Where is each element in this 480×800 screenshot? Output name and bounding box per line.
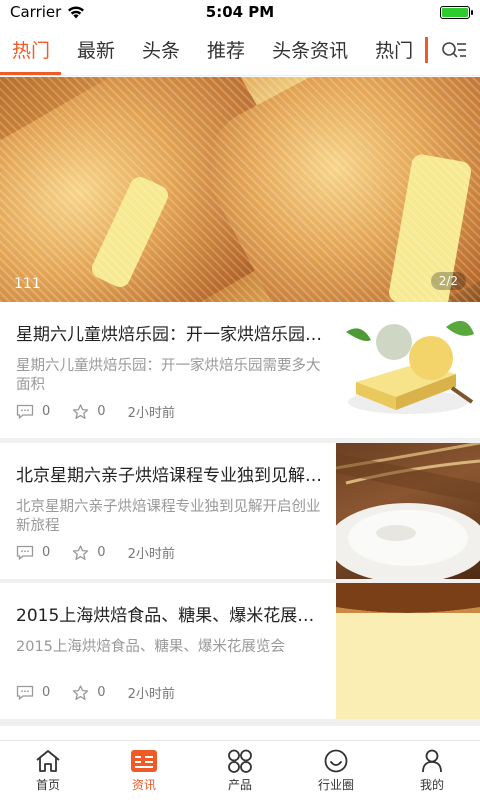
comment-count: 0 (16, 404, 50, 419)
nav-industry-circle[interactable]: 行业圈 (288, 741, 384, 800)
comment-count-value: 0 (42, 545, 51, 560)
battery-icon (440, 5, 473, 19)
article-meta: 0 0 2小时前 (16, 543, 175, 562)
status-left: Carrier (10, 3, 85, 21)
home-icon (36, 749, 60, 772)
article-item[interactable]: 北京星期六亲子烘焙课程专业独到见解开启创业新旅程 北京星期六亲子烘焙课程专业独到… (0, 443, 480, 579)
nav-industry-circle-label: 行业圈 (317, 777, 354, 792)
favorite-count: 0 (72, 684, 106, 701)
article-summary: 星期六儿童烘焙乐园：开一家烘焙乐园需要多大面积 (16, 358, 321, 393)
article-title: 星期六儿童烘焙乐园：开一家烘焙乐园需要多大面积 (16, 325, 326, 345)
bottom-nav: 首页 资讯 产品 行业圈 我的 (0, 740, 480, 800)
nav-products[interactable]: 产品 (192, 741, 288, 800)
nav-profile-label: 我的 (419, 777, 444, 792)
banner-caption: 111 (14, 276, 41, 292)
banner-carousel[interactable]: 111 2/2 (0, 77, 480, 302)
tab-scroll: 热门 最新 头条 推荐 头条资讯 热门 (0, 24, 425, 75)
tab-latest[interactable]: 最新 (65, 24, 130, 75)
favorite-count: 0 (72, 403, 106, 420)
carrier-label: Carrier (10, 3, 62, 21)
cake-thumbnail-graphic (336, 583, 480, 719)
comment-count-value: 0 (42, 404, 51, 419)
bread-texture (0, 77, 480, 302)
wifi-icon (68, 6, 85, 18)
star-icon (73, 403, 89, 419)
cake-image (336, 583, 480, 719)
favorite-count: 0 (72, 544, 106, 561)
article-meta: 0 0 2小时前 (16, 683, 175, 702)
nav-news[interactable]: 资讯 (96, 741, 192, 800)
article-item[interactable]: 星期六儿童烘焙乐园：开一家烘焙乐园需要多大面积 星期六儿童烘焙乐园：开一家烘焙乐… (0, 302, 480, 438)
battery-level (442, 7, 468, 17)
nav-home[interactable]: 首页 (0, 741, 96, 800)
comment-count: 0 (16, 545, 50, 560)
banner-page-indicator: 2/2 (430, 272, 466, 290)
article-time: 2小时前 (127, 547, 175, 562)
nav-products-label: 产品 (227, 777, 252, 792)
comment-count-value: 0 (42, 685, 51, 700)
article-time: 2小时前 (127, 687, 175, 702)
status-bar: Carrier 5:04 PM (0, 0, 480, 24)
tab-headline-news[interactable]: 头条资讯 (260, 24, 363, 75)
nav-home-label: 首页 (35, 777, 60, 792)
tab-recommended[interactable]: 推荐 (195, 24, 260, 75)
favorite-count-value: 0 (97, 545, 106, 560)
article-item[interactable]: 2015上海烘焙食品、糖果、爆米花展览会 2015上海烘焙食品、糖果、爆米花展览… (0, 583, 480, 719)
cheese-image (336, 302, 480, 438)
comment-icon (16, 545, 34, 560)
news-icon (131, 749, 157, 772)
article-text: 星期六儿童烘焙乐园：开一家烘焙乐园需要多大面积 星期六儿童烘焙乐园：开一家烘焙乐… (16, 320, 326, 395)
smile-icon (324, 749, 348, 772)
cheese-thumbnail-graphic (346, 320, 474, 414)
article-summary: 北京星期六亲子烘焙课程专业独到见解开启创业新旅程 (16, 499, 321, 534)
star-icon (73, 544, 89, 560)
nav-profile[interactable]: 我的 (384, 741, 480, 800)
article-title: 2015上海烘焙食品、糖果、爆米花展览会 (16, 606, 326, 626)
comment-icon (16, 404, 34, 419)
tab-menu-button[interactable] (428, 24, 480, 75)
article-time: 2小时前 (127, 406, 175, 421)
tab-hot-2[interactable]: 热门 (363, 24, 425, 75)
article-summary: 2015上海烘焙食品、糖果、爆米花展览会 (16, 639, 285, 655)
article-title: 北京星期六亲子烘焙课程专业独到见解开启创业新旅程 (16, 466, 326, 486)
category-tabs: 热门 最新 头条 推荐 头条资讯 热门 (0, 24, 480, 76)
nav-news-label: 资讯 (131, 777, 156, 792)
favorite-count-value: 0 (97, 404, 106, 419)
tab-hot[interactable]: 热门 (0, 24, 65, 75)
user-icon (422, 749, 442, 772)
tab-headlines[interactable]: 头条 (130, 24, 195, 75)
separator (0, 719, 480, 726)
star-icon (73, 684, 89, 700)
article-text: 北京星期六亲子烘焙课程专业独到见解开启创业新旅程 北京星期六亲子烘焙课程专业独到… (16, 461, 326, 536)
comment-count: 0 (16, 685, 50, 700)
flour-image (336, 443, 480, 579)
flour-thumbnail-graphic (336, 443, 480, 579)
grid-icon (228, 749, 252, 773)
favorite-count-value: 0 (97, 685, 106, 700)
article-text: 2015上海烘焙食品、糖果、爆米花展览会 2015上海烘焙食品、糖果、爆米花展览… (16, 601, 326, 676)
category-list-icon (442, 41, 466, 58)
article-meta: 0 0 2小时前 (16, 402, 175, 421)
comment-icon (16, 685, 34, 700)
